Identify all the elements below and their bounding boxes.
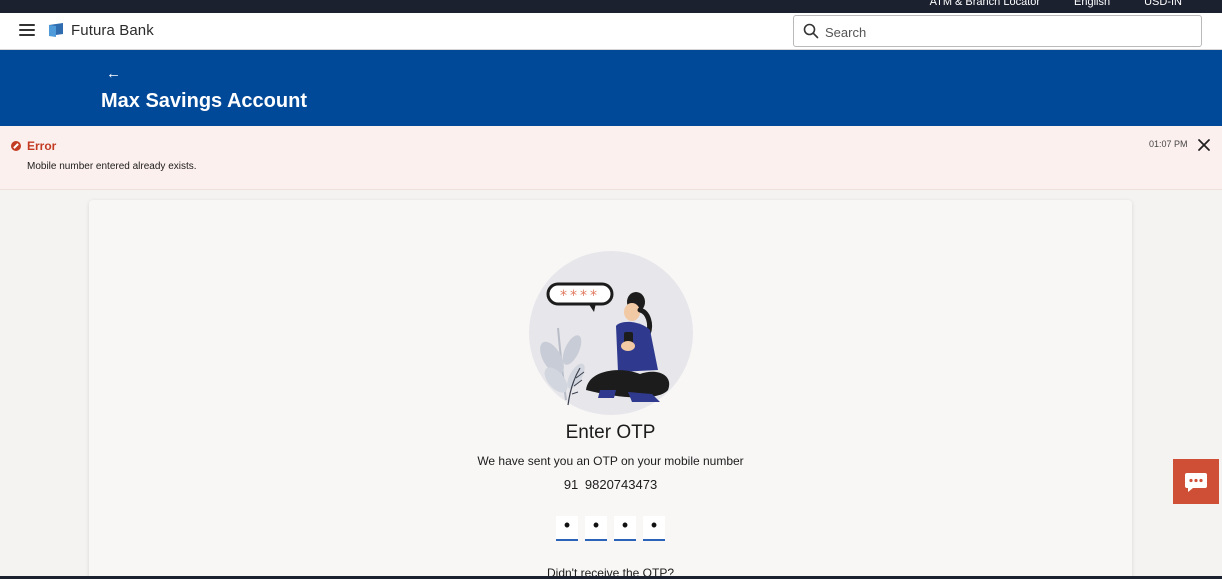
chat-button[interactable] (1173, 459, 1219, 504)
top-utility-bar: ATM & Branch Locator English USD-IN (0, 0, 1222, 13)
error-icon (11, 141, 21, 151)
search-box[interactable] (793, 15, 1202, 47)
brand-name: Futura Bank (71, 22, 154, 39)
svg-text:****: **** (560, 288, 600, 304)
atm-locator-link[interactable]: ATM & Branch Locator (930, 0, 1040, 8)
chat-icon (1185, 473, 1207, 492)
otp-digit-3[interactable]: • (614, 516, 636, 541)
error-message: Mobile number entered already exists. (27, 161, 197, 172)
utility-links: ATM & Branch Locator English USD-IN (930, 0, 1182, 8)
search-input[interactable] (825, 22, 1185, 42)
otp-phone-number: 91 9820743473 (563, 477, 658, 492)
otp-illustration: **** (529, 251, 693, 415)
hamburger-menu-icon[interactable] (19, 24, 35, 38)
otp-heading: Enter OTP (565, 422, 656, 443)
error-title: Error (27, 139, 57, 153)
currency-link[interactable]: USD-IN (1144, 0, 1182, 8)
otp-digit-4[interactable]: • (643, 516, 665, 541)
otp-digit-2[interactable]: • (585, 516, 607, 541)
bank-logo-icon (49, 23, 63, 37)
language-link[interactable]: English (1074, 0, 1110, 8)
back-arrow-icon[interactable]: ← (106, 66, 121, 82)
otp-card: **** Enter OTP We have sent you an OTP o… (89, 200, 1132, 579)
otp-input-group: • • • • (556, 516, 665, 541)
error-notification: Error Mobile number entered already exis… (0, 126, 1222, 190)
page-title: Max Savings Account (101, 90, 307, 112)
error-timestamp: 01:07 PM (1149, 139, 1188, 149)
close-icon[interactable] (1197, 138, 1211, 152)
otp-digit-1[interactable]: • (556, 516, 578, 541)
otp-instruction: We have sent you an OTP on your mobile n… (477, 454, 744, 468)
app-header: Futura Bank (0, 13, 1222, 50)
search-icon (803, 23, 819, 39)
page-banner: ← Max Savings Account (0, 50, 1222, 126)
